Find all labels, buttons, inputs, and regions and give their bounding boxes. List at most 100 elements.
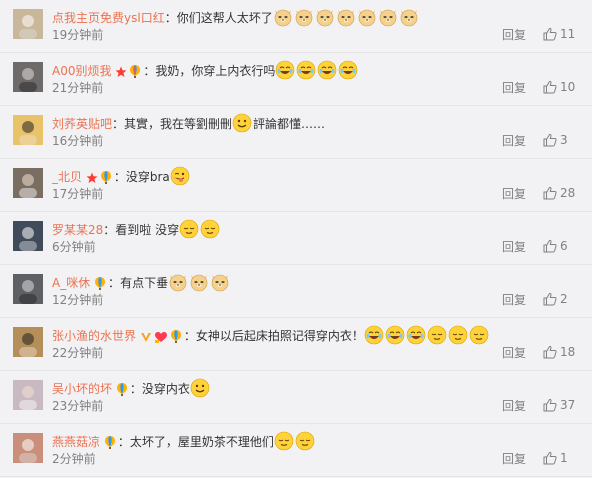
- relieved-emoji-icon: [427, 325, 448, 345]
- comment-time: 16分钟前: [52, 134, 104, 148]
- avatar[interactable]: [13, 115, 43, 145]
- comment-text: 女神以后起床拍照记得穿内衣！: [195, 329, 364, 343]
- avatar[interactable]: [13, 62, 43, 92]
- like-button[interactable]: 1: [543, 449, 568, 467]
- reply-button[interactable]: 回复: [502, 451, 526, 467]
- username-link[interactable]: 吴小坏的坏: [52, 382, 112, 396]
- comment-line: _北贝 ：没穿bra: [52, 166, 191, 186]
- avatar[interactable]: [13, 9, 43, 39]
- like-button[interactable]: 37: [543, 396, 575, 414]
- comment-line: A_咪休 ：有点下垂: [52, 272, 231, 292]
- avatar[interactable]: [13, 380, 43, 410]
- comment-item: 燕燕菇凉 ：太坏了，屋里奶茶不理他们 2分钟前 回复 1: [0, 424, 592, 477]
- balloon-icon: [104, 435, 118, 449]
- doge-emoji-icon: [210, 274, 231, 292]
- avatar-image: [13, 327, 43, 357]
- username-link[interactable]: 张小渔的水世界: [52, 329, 136, 343]
- user-badges: [112, 382, 130, 396]
- avatar-image: [13, 168, 43, 198]
- thumb-up-icon: [543, 27, 557, 41]
- laugh-emoji-icon: [385, 325, 406, 345]
- avatar-image: [13, 380, 43, 410]
- like-button[interactable]: 28: [543, 184, 575, 202]
- reply-button[interactable]: 回复: [502, 239, 526, 255]
- comment-separator: ：: [183, 329, 196, 343]
- relieved-emoji-icon: [179, 219, 200, 239]
- comment-item: 吴小坏的坏 ：没穿内衣 23分钟前 回复 37: [0, 371, 592, 424]
- like-count: 37: [560, 398, 576, 412]
- like-button[interactable]: 6: [543, 237, 568, 255]
- comment-time: 21分钟前: [52, 81, 104, 95]
- doge-emoji-icon: [294, 9, 315, 27]
- reply-button[interactable]: 回复: [502, 27, 526, 43]
- avatar[interactable]: [13, 433, 43, 463]
- comment-text-after: 評論都懂……: [253, 117, 326, 131]
- reply-button[interactable]: 回复: [502, 186, 526, 202]
- comment-text: 其實，我在等劉刪刪: [124, 117, 233, 131]
- username-link[interactable]: 刘荞英贴吧: [52, 117, 112, 131]
- comment-line: 点我主页免费ysl口红：你们这帮人太坏了: [52, 7, 420, 27]
- comment-separator: ：: [108, 276, 121, 290]
- comment-item: 张小渔的水世界 ：女神以后起床拍照记得穿内衣！ 22分钟前 回复 18: [0, 318, 592, 371]
- avatar-image: [13, 221, 43, 251]
- relieved-emoji-icon: [274, 431, 295, 451]
- doge-emoji-icon: [336, 9, 357, 27]
- like-count: 2: [560, 292, 568, 306]
- comment-separator: ：: [143, 64, 156, 78]
- user-badges: [90, 276, 108, 290]
- user-badges: [136, 329, 184, 343]
- like-button[interactable]: 3: [543, 131, 568, 149]
- user-badges: [100, 435, 118, 449]
- laugh-emoji-icon: [406, 325, 427, 345]
- username-link[interactable]: 罗某某28: [52, 223, 103, 237]
- like-count: 28: [560, 186, 576, 200]
- comment-item: 罗某某28：看到啦 没穿 6分钟前 回复 6: [0, 212, 592, 265]
- like-button[interactable]: 10: [543, 78, 575, 96]
- laugh-emoji-icon: [296, 60, 317, 80]
- reply-button[interactable]: 回复: [502, 345, 526, 361]
- thumb-up-icon: [543, 186, 557, 200]
- username-link[interactable]: _北贝: [52, 170, 82, 184]
- like-count: 11: [560, 27, 576, 41]
- star-icon: [86, 170, 100, 184]
- like-count: 1: [560, 451, 568, 465]
- avatar[interactable]: [13, 327, 43, 357]
- reply-button[interactable]: 回复: [502, 292, 526, 308]
- like-button[interactable]: 2: [543, 290, 568, 308]
- comment-text: 没穿bra: [125, 170, 170, 184]
- username-link[interactable]: A00别烦我: [52, 64, 111, 78]
- like-button[interactable]: 18: [543, 343, 575, 361]
- doge-emoji-icon: [273, 9, 294, 27]
- comment-separator: ：: [129, 382, 142, 396]
- thumb-up-icon: [543, 133, 557, 147]
- doge-emoji-icon: [168, 274, 189, 292]
- relieved-emoji-icon: [295, 431, 316, 451]
- username-link[interactable]: 点我主页免费ysl口红: [52, 11, 165, 25]
- heart-icon: [154, 329, 170, 343]
- thumb-up-icon: [543, 80, 557, 94]
- reply-button[interactable]: 回复: [502, 80, 526, 96]
- balloon-icon: [129, 64, 143, 78]
- avatar[interactable]: [13, 274, 43, 304]
- comment-text: 你们这帮人太坏了: [176, 11, 273, 25]
- thumb-up-icon: [543, 451, 557, 465]
- avatar[interactable]: [13, 221, 43, 251]
- comment-line: 吴小坏的坏 ：没穿内衣: [52, 378, 211, 398]
- comment-time: 17分钟前: [52, 187, 104, 201]
- username-link[interactable]: A_咪休: [52, 276, 90, 290]
- doge-emoji-icon: [378, 9, 399, 27]
- like-count: 18: [560, 345, 576, 359]
- comment-text: 我奶，你穿上内衣行吗: [155, 64, 276, 78]
- reply-button[interactable]: 回复: [502, 133, 526, 149]
- avatar-image: [13, 62, 43, 92]
- like-count: 3: [560, 133, 568, 147]
- avatar[interactable]: [13, 168, 43, 198]
- smile-emoji-icon: [232, 113, 253, 133]
- doge-emoji-icon: [399, 9, 420, 27]
- reply-button[interactable]: 回复: [502, 398, 526, 414]
- comment-line: 罗某某28：看到啦 没穿: [52, 219, 221, 239]
- like-button[interactable]: 11: [543, 25, 575, 43]
- username-link[interactable]: 燕燕菇凉: [52, 435, 100, 449]
- v-icon: [140, 329, 154, 343]
- comment-item: 点我主页免费ysl口红：你们这帮人太坏了 19分钟前 回复 11: [0, 0, 592, 53]
